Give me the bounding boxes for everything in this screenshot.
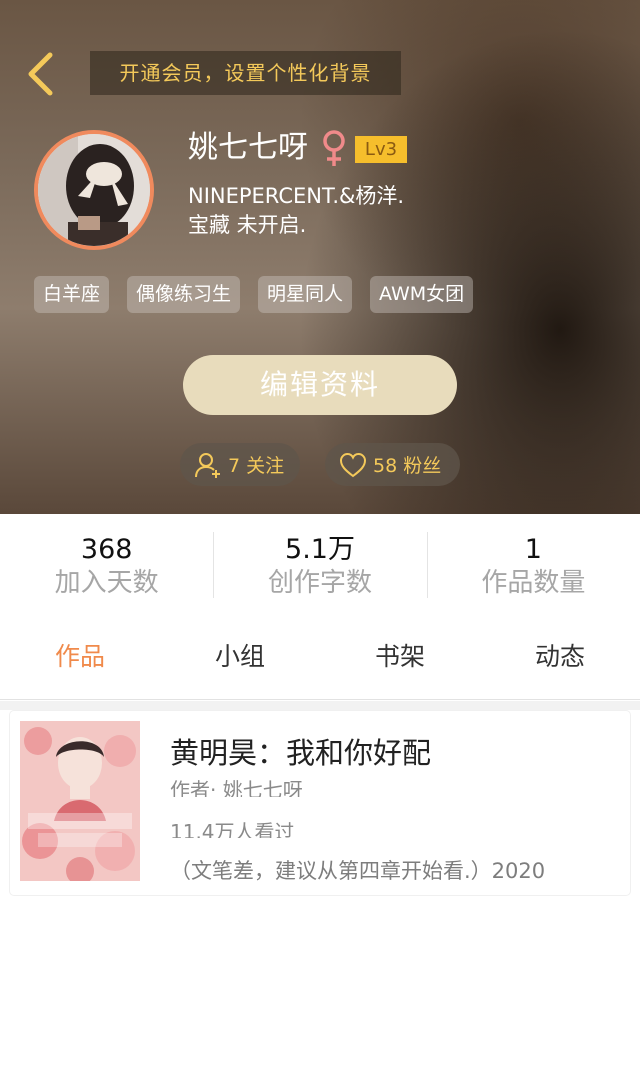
stat-works-count: 1 作品数量 bbox=[426, 514, 640, 614]
profile-tabs: 作品 小组 书架 动态 bbox=[0, 614, 640, 700]
profile-header: 开通会员，设置个性化背景 姚七七呀 Lv3 NINEPERCENT.&杨洋. 宝… bbox=[0, 0, 640, 514]
section-divider bbox=[0, 701, 640, 710]
tag[interactable]: 明星同人 bbox=[258, 276, 353, 313]
heart-icon bbox=[339, 452, 367, 477]
female-symbol-icon bbox=[323, 130, 345, 166]
tab-activity[interactable]: 动态 bbox=[480, 614, 640, 699]
stat-join-days: 368 加入天数 bbox=[0, 514, 213, 614]
tag-list: 白羊座 偶像练习生 明星同人 AWM女团 bbox=[34, 276, 474, 313]
tab-bookshelf[interactable]: 书架 bbox=[320, 614, 480, 699]
username: 姚七七呀 bbox=[188, 130, 308, 165]
work-title: 黄明昊：我和你好配 bbox=[170, 736, 432, 770]
tab-works[interactable]: 作品 bbox=[0, 614, 160, 699]
vip-background-banner[interactable]: 开通会员，设置个性化背景 bbox=[90, 51, 401, 95]
stat-label: 创作字数 bbox=[267, 568, 372, 598]
user-bio: NINEPERCENT.&杨洋. 宝藏 未开启. bbox=[188, 184, 405, 237]
fans-count: 58 粉丝 bbox=[373, 455, 442, 477]
stat-value: 1 bbox=[524, 534, 542, 565]
avatar-image bbox=[38, 134, 150, 246]
tag[interactable]: 白羊座 bbox=[34, 276, 110, 313]
fans-button[interactable]: 58 粉丝 bbox=[325, 443, 460, 486]
work-card[interactable]: 黄明昊：我和你好配 作者· 姚七七呀 11.4万人看过 （文笔差，建议从第四章开… bbox=[10, 711, 630, 895]
following-button[interactable]: 7 关注 bbox=[180, 443, 300, 486]
work-views: 11.4万人看过 bbox=[170, 820, 295, 838]
stat-value: 368 bbox=[80, 534, 133, 565]
tag[interactable]: AWM女团 bbox=[370, 276, 474, 313]
stat-value: 5.1万 bbox=[285, 534, 355, 565]
work-cover-image bbox=[20, 721, 140, 881]
cover-artwork bbox=[20, 721, 140, 881]
user-plus-icon bbox=[195, 452, 220, 478]
work-author: 作者· 姚七七呀 bbox=[170, 778, 303, 797]
stat-label: 加入天数 bbox=[54, 568, 159, 598]
following-count: 7 关注 bbox=[228, 455, 285, 477]
stat-label: 作品数量 bbox=[481, 568, 586, 598]
level-badge: Lv3 bbox=[355, 136, 407, 163]
stats-bar: 368 加入天数 5.1万 创作字数 1 作品数量 bbox=[0, 514, 640, 614]
edit-profile-button[interactable]: 编辑资料 bbox=[183, 355, 457, 415]
stat-word-count: 5.1万 创作字数 bbox=[213, 514, 426, 614]
work-description: （文笔差，建议从第四章开始看.）2020 bbox=[170, 859, 546, 883]
chevron-left-icon bbox=[28, 52, 53, 96]
tag[interactable]: 偶像练习生 bbox=[127, 276, 241, 313]
back-button[interactable] bbox=[18, 48, 62, 100]
avatar[interactable] bbox=[34, 130, 154, 250]
tab-groups[interactable]: 小组 bbox=[160, 614, 320, 699]
